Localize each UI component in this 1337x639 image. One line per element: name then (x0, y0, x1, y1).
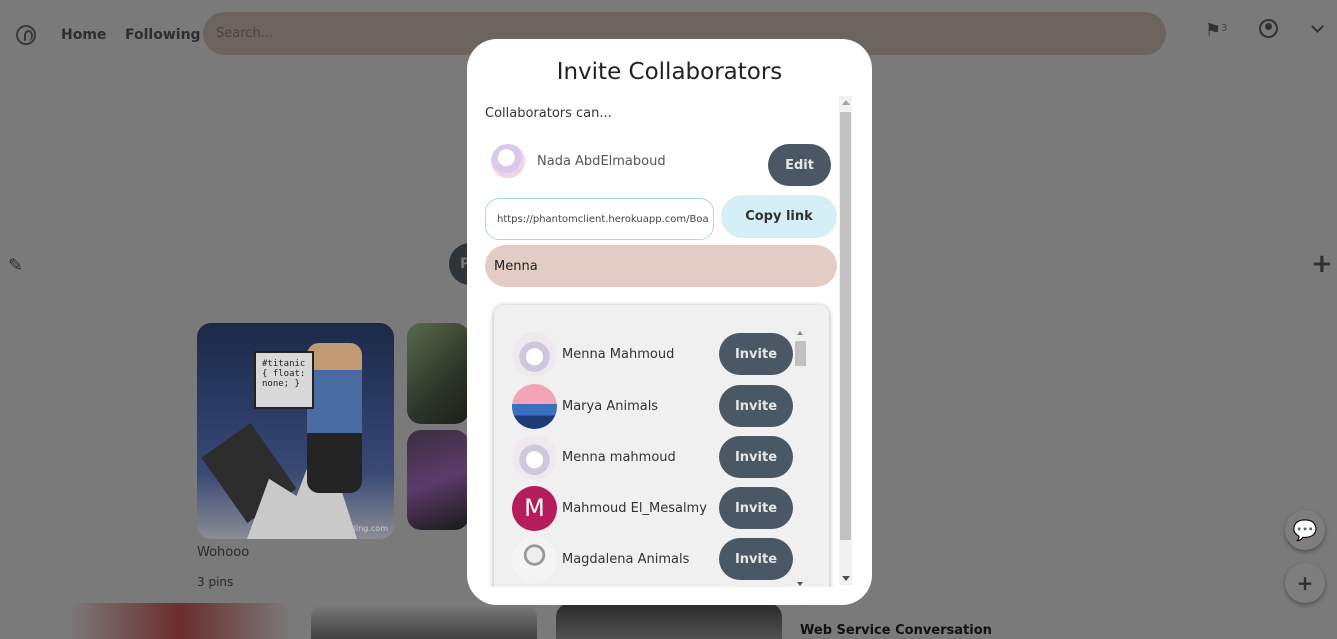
copy-link-button[interactable]: Copy link (721, 195, 837, 238)
scroll-down-arrow-icon[interactable] (797, 582, 803, 586)
image-watermark: comic.browserling.com (295, 524, 388, 533)
avatar (512, 383, 557, 429)
search-results-dropdown: Menna Mahmoud Invite Marya Animals Invit… (494, 305, 829, 587)
invite-button[interactable]: Invite (719, 385, 793, 427)
list-item: Menna mahmoud Invite (512, 434, 797, 480)
create-plus-icon[interactable]: + (1285, 563, 1325, 603)
collaborators-permission-label[interactable]: Collaborators can... (485, 106, 612, 121)
add-plus-icon[interactable]: + (1311, 249, 1333, 279)
modal-scrollbar[interactable] (839, 96, 852, 585)
user-profile-icon[interactable] (1259, 19, 1278, 38)
collaborator-search-input[interactable]: Menna (485, 245, 837, 287)
nav-following-link[interactable]: Following (125, 27, 201, 43)
board-title[interactable]: Wohooo (197, 545, 249, 560)
notification-bell-icon[interactable]: ⚑ (1205, 20, 1221, 41)
pin-card[interactable] (311, 603, 537, 639)
result-name: Magdalena Animals (562, 551, 690, 567)
scrollbar-thumb[interactable] (840, 112, 851, 540)
list-item: Menna Mahmoud Invite (512, 331, 797, 377)
result-name: Marya Animals (562, 398, 659, 414)
pin-card[interactable]: Web Service Conversation (800, 603, 1028, 639)
character-illustration (307, 343, 362, 493)
speech-bubble: #titanic { float: none; } (254, 351, 314, 409)
scroll-down-arrow-icon[interactable] (842, 576, 850, 581)
avatar (512, 331, 557, 377)
pin-card[interactable] (67, 603, 293, 639)
results-scrollbar[interactable] (795, 331, 806, 586)
invite-collaborators-modal: Invite Collaborators Collaborators can..… (467, 39, 872, 605)
scrollbar-thumb[interactable] (795, 341, 806, 366)
invite-button[interactable]: Invite (719, 538, 793, 580)
notification-count-badge: 3 (1221, 23, 1228, 34)
chat-bubble-icon[interactable]: 💬 (1285, 510, 1325, 550)
avatar (512, 536, 557, 582)
avatar: M (512, 485, 557, 531)
board-thumbnail-image[interactable] (407, 430, 469, 530)
pin-card[interactable] (556, 603, 782, 639)
pin-card-title: Web Service Conversation (800, 623, 992, 638)
board-cover-image[interactable]: #titanic { float: none; } comic.browserl… (197, 323, 394, 539)
share-link-field[interactable]: https://phantomclient.herokuapp.com/Boa (485, 198, 714, 240)
search-placeholder: Search... (216, 26, 274, 41)
invite-button[interactable]: Invite (719, 487, 793, 529)
chevron-down-icon[interactable] (1311, 20, 1324, 33)
result-name: Menna mahmoud (562, 449, 676, 465)
list-item: Magdalena Animals Invite (512, 536, 797, 582)
nav-home-link[interactable]: Home (61, 27, 106, 43)
board-thumbnail-image[interactable] (407, 323, 469, 424)
list-item: Marya Animals Invite (512, 383, 797, 429)
result-name: Mahmoud El_Mesalmy (562, 500, 707, 516)
avatar (512, 434, 557, 480)
scroll-up-arrow-icon[interactable] (842, 100, 850, 105)
invite-button[interactable]: Invite (719, 436, 793, 478)
invite-button[interactable]: Invite (719, 333, 793, 375)
owner-name: Nada AbdElmaboud (537, 153, 666, 169)
board-pin-count: 3 pins (197, 575, 234, 589)
list-item: M Mahmoud El_Mesalmy Invite (512, 485, 797, 531)
pinterest-logo-icon[interactable] (16, 25, 36, 45)
modal-content: Collaborators can... Nada AbdElmaboud Ed… (485, 94, 854, 587)
pencil-edit-icon[interactable]: ✎ (8, 255, 23, 276)
result-name: Menna Mahmoud (562, 346, 675, 362)
owner-avatar (491, 144, 525, 178)
modal-title: Invite Collaborators (556, 59, 783, 85)
edit-button[interactable]: Edit (768, 144, 831, 186)
scroll-up-arrow-icon[interactable] (797, 331, 803, 335)
